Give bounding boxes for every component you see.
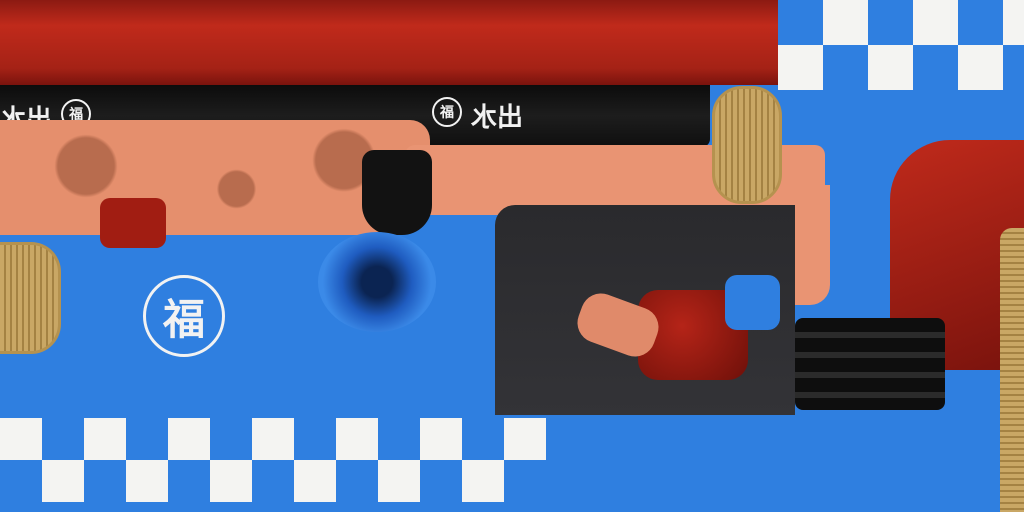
tan-wrap-right bbox=[1000, 228, 1024, 512]
black-knot bbox=[362, 150, 432, 235]
checker-square bbox=[420, 418, 462, 460]
checker-square bbox=[126, 460, 168, 502]
seal-icon: 福 bbox=[432, 97, 462, 127]
checker-strip-bottom bbox=[0, 418, 546, 502]
tan-wrap-top bbox=[712, 86, 782, 204]
checker-square bbox=[462, 460, 504, 502]
checker-square bbox=[823, 0, 868, 45]
checker-square bbox=[1003, 0, 1024, 45]
red-band bbox=[0, 0, 780, 85]
checker-square bbox=[42, 460, 84, 502]
red-pad-small bbox=[100, 198, 166, 248]
black-rope bbox=[795, 318, 945, 410]
checker-square bbox=[504, 418, 546, 460]
black-band-label-right: 福 出水 bbox=[432, 97, 523, 134]
checker-square bbox=[913, 0, 958, 45]
checker-square bbox=[210, 460, 252, 502]
checker-square bbox=[252, 418, 294, 460]
blue-patch bbox=[725, 275, 780, 330]
fortune-seal-icon: 福 bbox=[143, 275, 225, 357]
checker-square bbox=[958, 45, 1003, 90]
checker-square bbox=[336, 418, 378, 460]
tan-wrap-left bbox=[0, 242, 61, 354]
checker-strip-top bbox=[778, 0, 1024, 90]
checker-square bbox=[778, 45, 823, 90]
label-text: 出水 bbox=[471, 103, 524, 133]
checker-square bbox=[84, 418, 126, 460]
checker-square bbox=[0, 418, 42, 460]
checker-square bbox=[378, 460, 420, 502]
checker-square bbox=[294, 460, 336, 502]
checker-square bbox=[168, 418, 210, 460]
checker-square bbox=[868, 45, 913, 90]
blue-hole bbox=[318, 232, 436, 332]
